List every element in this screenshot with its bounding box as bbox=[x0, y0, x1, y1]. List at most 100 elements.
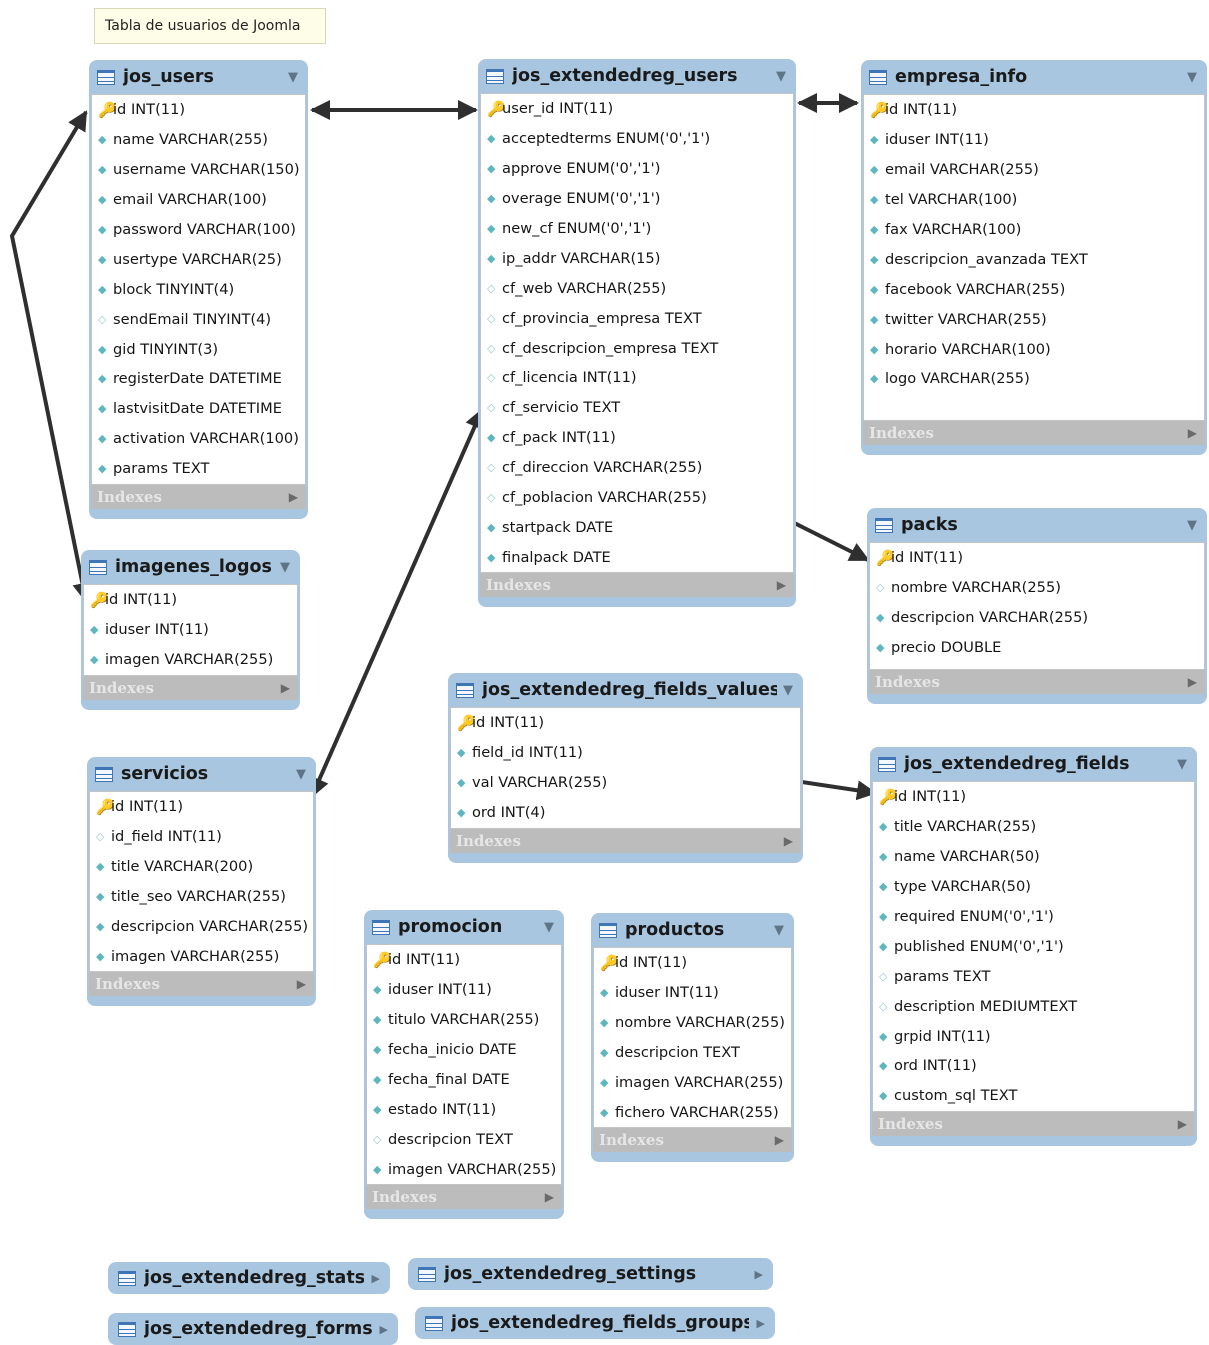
column-row[interactable]: ◆ iduser INT(11) bbox=[864, 125, 1204, 155]
collapse-icon[interactable]: ▼ bbox=[783, 683, 793, 698]
table-servicios[interactable]: servicios ▼ 🔑 id INT(11) ◇ id_field INT(11) ◆ t… bbox=[87, 757, 316, 1007]
column-row[interactable]: 🔑 id INT(11) bbox=[594, 948, 791, 978]
column-row[interactable]: ◇ cf_servicio TEXT bbox=[481, 393, 793, 423]
collapse-icon[interactable]: ▼ bbox=[280, 560, 290, 575]
expand-indexes-icon[interactable]: ▶ bbox=[784, 834, 793, 848]
table-header[interactable]: jos_extendedreg_users ▼ bbox=[480, 59, 794, 93]
column-row[interactable]: ◆ email VARCHAR(255) bbox=[864, 155, 1204, 185]
expand-icon[interactable]: ▶ bbox=[757, 1317, 765, 1330]
column-row[interactable]: ◆ cf_pack INT(11) bbox=[481, 423, 793, 453]
column-row[interactable]: ◆ precio DOUBLE bbox=[870, 633, 1204, 663]
table-jos-users[interactable]: jos_users ▼ 🔑 id INT(11) ◆ name VARCHAR(255) ◆… bbox=[89, 60, 308, 519]
table-header[interactable]: promocion ▼ bbox=[366, 910, 562, 944]
column-row[interactable]: ◆ approve ENUM('0','1') bbox=[481, 154, 793, 184]
column-row[interactable]: 🔑 id INT(11) bbox=[864, 95, 1204, 125]
table-header[interactable]: jos_users ▼ bbox=[91, 60, 306, 94]
column-row[interactable]: ◆ imagen VARCHAR(255) bbox=[594, 1068, 791, 1098]
column-row[interactable]: ◆ email VARCHAR(100) bbox=[92, 185, 305, 215]
column-row[interactable]: 🔑 id INT(11) bbox=[873, 782, 1194, 812]
column-row[interactable]: ◆ imagen VARCHAR(255) bbox=[90, 941, 313, 971]
collapsed-table-jos-extendedreg-fields-groups[interactable]: jos_extendedreg_fields_groups ▶ bbox=[415, 1307, 775, 1339]
expand-icon[interactable]: ▶ bbox=[380, 1323, 388, 1336]
expand-indexes-icon[interactable]: ▶ bbox=[1188, 426, 1197, 440]
column-row[interactable]: ◇ cf_provincia_empresa TEXT bbox=[481, 303, 793, 333]
expand-indexes-icon[interactable]: ▶ bbox=[775, 1133, 784, 1147]
column-row[interactable]: ◆ username VARCHAR(150) bbox=[92, 155, 305, 185]
column-row[interactable]: ◇ cf_direccion VARCHAR(255) bbox=[481, 453, 793, 483]
column-row[interactable]: ◆ descripcion VARCHAR(255) bbox=[90, 912, 313, 942]
column-row[interactable]: ◇ cf_poblacion VARCHAR(255) bbox=[481, 483, 793, 513]
expand-indexes-icon[interactable]: ▶ bbox=[545, 1190, 554, 1204]
column-row[interactable]: ◆ descripcion VARCHAR(255) bbox=[870, 603, 1204, 633]
column-row[interactable]: ◆ new_cf ENUM('0','1') bbox=[481, 214, 793, 244]
column-row[interactable]: ◆ block TINYINT(4) bbox=[92, 274, 305, 304]
column-row[interactable]: ◆ name VARCHAR(255) bbox=[92, 125, 305, 155]
column-row[interactable]: ◆ acceptedterms ENUM('0','1') bbox=[481, 124, 793, 154]
column-row[interactable]: 🔑 id INT(11) bbox=[367, 945, 561, 975]
expand-indexes-icon[interactable]: ▶ bbox=[1188, 675, 1197, 689]
table-empresa-info[interactable]: empresa_info ▼ 🔑 id INT(11) ◆ iduser INT(11) ◆… bbox=[861, 60, 1207, 455]
indexes-bar[interactable]: Indexes ▶ bbox=[83, 675, 298, 700]
column-row[interactable]: ◆ activation VARCHAR(100) bbox=[92, 424, 305, 454]
table-header[interactable]: productos ▼ bbox=[593, 913, 792, 947]
column-row[interactable]: ◆ field_id INT(11) bbox=[451, 738, 800, 768]
collapse-icon[interactable]: ▼ bbox=[776, 69, 786, 84]
column-row[interactable]: ◆ title VARCHAR(255) bbox=[873, 812, 1194, 842]
column-row[interactable]: ◆ usertype VARCHAR(25) bbox=[92, 244, 305, 274]
column-row[interactable]: 🔑 id INT(11) bbox=[870, 543, 1204, 573]
column-row[interactable]: ◆ gid TINYINT(3) bbox=[92, 334, 305, 364]
indexes-bar[interactable]: Indexes ▶ bbox=[593, 1128, 792, 1153]
column-row[interactable]: ◆ facebook VARCHAR(255) bbox=[864, 274, 1204, 304]
column-row[interactable]: ◆ type VARCHAR(50) bbox=[873, 872, 1194, 902]
column-row[interactable]: ◆ title_seo VARCHAR(255) bbox=[90, 882, 313, 912]
column-row[interactable]: ◆ imagen VARCHAR(255) bbox=[367, 1154, 561, 1184]
column-row[interactable]: ◆ overage ENUM('0','1') bbox=[481, 184, 793, 214]
column-row[interactable]: ◆ descripcion_avanzada TEXT bbox=[864, 244, 1204, 274]
indexes-bar[interactable]: Indexes ▶ bbox=[480, 573, 794, 598]
column-row[interactable]: 🔑 id INT(11) bbox=[92, 95, 305, 125]
column-row[interactable]: ◆ registerDate DATETIME bbox=[92, 364, 305, 394]
indexes-bar[interactable]: Indexes ▶ bbox=[91, 484, 306, 509]
collapsed-table-jos-extendedreg-settings[interactable]: jos_extendedreg_settings ▶ bbox=[408, 1258, 773, 1290]
column-row[interactable]: ◇ nombre VARCHAR(255) bbox=[870, 573, 1204, 603]
column-row[interactable]: ◇ descripcion TEXT bbox=[367, 1124, 561, 1154]
column-row[interactable]: 🔑 user_id INT(11) bbox=[481, 94, 793, 124]
column-row[interactable]: ◆ imagen VARCHAR(255) bbox=[84, 645, 297, 675]
column-row[interactable]: ◇ cf_web VARCHAR(255) bbox=[481, 273, 793, 303]
collapse-icon[interactable]: ▼ bbox=[288, 70, 298, 85]
table-header[interactable]: empresa_info ▼ bbox=[863, 60, 1205, 94]
column-row[interactable]: ◆ grpid INT(11) bbox=[873, 1021, 1194, 1051]
column-row[interactable]: ◆ fichero VARCHAR(255) bbox=[594, 1097, 791, 1127]
column-row[interactable]: 🔑 id INT(11) bbox=[90, 792, 313, 822]
expand-indexes-icon[interactable]: ▶ bbox=[1178, 1117, 1187, 1131]
collapse-icon[interactable]: ▼ bbox=[1177, 757, 1187, 772]
column-row[interactable]: ◆ fecha_inicio DATE bbox=[367, 1035, 561, 1065]
indexes-bar[interactable]: Indexes ▶ bbox=[869, 669, 1205, 694]
table-header[interactable]: packs ▼ bbox=[869, 508, 1205, 542]
table-header[interactable]: jos_extendedreg_fields_values ▼ bbox=[450, 673, 801, 707]
expand-icon[interactable]: ▶ bbox=[755, 1268, 763, 1281]
column-row[interactable]: ◇ cf_licencia INT(11) bbox=[481, 363, 793, 393]
column-row[interactable]: ◇ cf_descripcion_empresa TEXT bbox=[481, 333, 793, 363]
table-imagenes-logos[interactable]: imagenes_logos ▼ 🔑 id INT(11) ◆ iduser INT(11… bbox=[81, 550, 300, 710]
table-jos-extendedreg-fields[interactable]: jos_extendedreg_fields ▼ 🔑 id INT(11) ◆ title… bbox=[870, 747, 1197, 1146]
expand-indexes-icon[interactable]: ▶ bbox=[289, 490, 298, 504]
column-row[interactable]: ◆ ord INT(4) bbox=[451, 798, 800, 828]
column-row[interactable]: ◆ iduser INT(11) bbox=[84, 615, 297, 645]
table-jos-extendedreg-users[interactable]: jos_extendedreg_users ▼ 🔑 user_id INT(11) ◆ a… bbox=[478, 59, 796, 608]
collapsed-table-jos-extendedreg-forms[interactable]: jos_extendedreg_forms ▶ bbox=[108, 1313, 398, 1345]
table-jos-extendedreg-fields-values[interactable]: jos_extendedreg_fields_values ▼ 🔑 id INT(11… bbox=[448, 673, 803, 863]
indexes-bar[interactable]: Indexes ▶ bbox=[863, 420, 1205, 445]
table-header[interactable]: servicios ▼ bbox=[89, 757, 314, 791]
expand-indexes-icon[interactable]: ▶ bbox=[297, 977, 306, 991]
column-row[interactable]: ◆ name VARCHAR(50) bbox=[873, 842, 1194, 872]
indexes-bar[interactable]: Indexes ▶ bbox=[89, 972, 314, 997]
column-row[interactable]: ◆ fecha_final DATE bbox=[367, 1065, 561, 1095]
collapsed-table-jos-extendedreg-stats[interactable]: jos_extendedreg_stats ▶ bbox=[108, 1262, 390, 1294]
column-row[interactable]: ◆ lastvisitDate DATETIME bbox=[92, 394, 305, 424]
table-productos[interactable]: productos ▼ 🔑 id INT(11) ◆ iduser INT(11) ◆ nom… bbox=[591, 913, 794, 1163]
column-row[interactable]: ◆ estado INT(11) bbox=[367, 1094, 561, 1124]
column-row[interactable]: ◇ description MEDIUMTEXT bbox=[873, 991, 1194, 1021]
column-row[interactable]: ◆ finalpack DATE bbox=[481, 542, 793, 572]
collapse-icon[interactable]: ▼ bbox=[544, 920, 554, 935]
